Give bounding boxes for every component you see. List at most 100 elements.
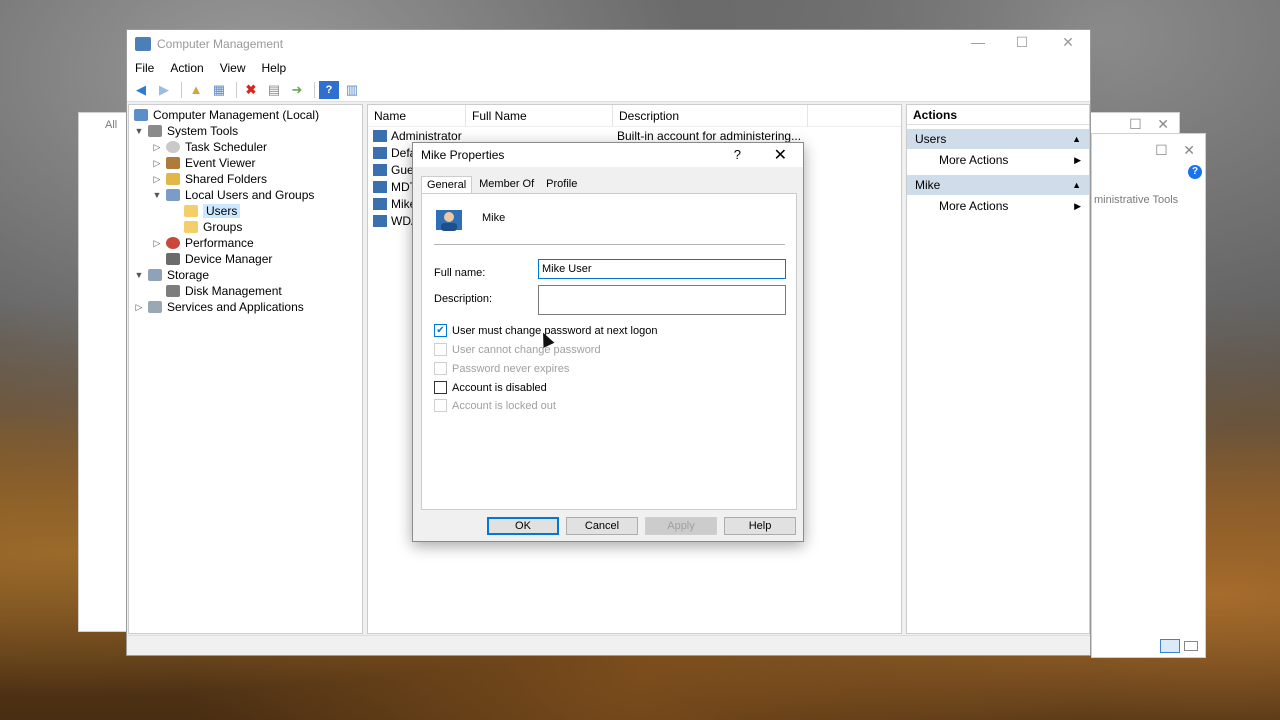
column-header-full-name[interactable]: Full Name — [466, 105, 613, 126]
help-button[interactable]: Help — [724, 517, 796, 535]
tab-general[interactable]: General — [421, 176, 473, 194]
delete-icon[interactable]: ✖ — [241, 81, 261, 99]
user-icon — [373, 163, 387, 176]
menu-help[interactable]: Help — [262, 61, 287, 75]
status-bar — [127, 635, 1090, 655]
checkbox-unchecked-icon — [434, 399, 447, 412]
computer-management-icon — [135, 37, 151, 51]
tree-item-local-users-groups[interactable]: ▼ Local Users and Groups — [151, 187, 315, 203]
ok-button[interactable]: OK — [487, 517, 559, 535]
list-item-description: Built-in account for administering... — [617, 128, 802, 143]
view-tiles-icon[interactable] — [1184, 641, 1198, 651]
account-disabled-checkbox[interactable]: Account is disabled — [434, 381, 547, 394]
chevron-down-icon[interactable]: ▼ — [133, 270, 145, 280]
list-item-name: Administrator — [391, 128, 462, 143]
menu-file[interactable]: File — [135, 61, 154, 75]
chevron-right-icon[interactable]: ▷ — [151, 238, 163, 249]
menu-action[interactable]: Action — [170, 61, 203, 75]
up-folder-icon[interactable]: ▲ — [186, 81, 206, 99]
tree-item-performance[interactable]: ▷ Performance — [151, 235, 254, 251]
tab-member-of[interactable]: Member Of — [474, 176, 539, 194]
arrow-right-icon: ▶ — [1074, 200, 1081, 211]
column-header-name[interactable]: Name — [368, 105, 466, 126]
cannot-change-password-checkbox: User cannot change password — [434, 343, 601, 356]
user-icon — [373, 197, 387, 210]
user-icon — [373, 129, 387, 142]
chevron-right-icon[interactable]: ▷ — [133, 302, 145, 313]
cancel-button[interactable]: Cancel — [566, 517, 638, 535]
toolbar-separator — [314, 81, 315, 98]
chevron-down-icon[interactable]: ▼ — [133, 126, 145, 136]
help-circle-icon[interactable]: ? — [1188, 165, 1202, 179]
column-header-description[interactable]: Description — [613, 105, 808, 126]
view-details-icon[interactable] — [1160, 639, 1180, 653]
menu-view[interactable]: View — [220, 61, 246, 75]
actions-section-users[interactable]: Users ▲ — [907, 129, 1089, 149]
tree-item-label: Performance — [185, 236, 254, 250]
full-name-field[interactable]: Mike User — [538, 259, 786, 279]
tree-item-system-tools[interactable]: ▼ System Tools — [133, 123, 239, 139]
background-window-right[interactable]: ☐ ✕ ministrative Tools ? — [1091, 133, 1206, 658]
chevron-right-icon[interactable]: ▷ — [151, 158, 163, 169]
account-locked-out-checkbox: Account is locked out — [434, 399, 556, 412]
tree-item-disk-management[interactable]: Disk Management — [163, 283, 282, 299]
checkbox-unchecked-icon[interactable] — [434, 381, 447, 394]
tree-item-label: Local Users and Groups — [185, 188, 315, 202]
more-actions-label: More Actions — [939, 153, 1009, 167]
user-icon — [373, 180, 387, 193]
chevron-right-icon[interactable]: ▷ — [151, 142, 163, 153]
background-window-controls-2: ☐ ✕ — [1129, 116, 1169, 132]
tools-icon — [148, 125, 162, 137]
more-actions-mike[interactable]: More Actions ▶ — [907, 195, 1089, 217]
properties-icon[interactable]: ▤ — [264, 81, 284, 99]
maximize-button[interactable]: ☐ — [1002, 34, 1042, 51]
collapse-icon[interactable]: ▲ — [1072, 134, 1081, 144]
dialog-close-button[interactable]: ✕ — [774, 145, 787, 165]
show-action-pane-icon[interactable]: ▥ — [342, 81, 362, 99]
toolbar-separator — [181, 81, 182, 98]
tree-item-users[interactable]: Users — [181, 203, 241, 219]
tab-profile[interactable]: Profile — [541, 176, 582, 194]
console-tree: Computer Management (Local) ▼ System Too… — [128, 104, 363, 634]
tree-item-device-manager[interactable]: Device Manager — [163, 251, 272, 267]
checkbox-checked-icon[interactable]: ✔ — [434, 324, 447, 337]
tree-item-groups[interactable]: Groups — [181, 219, 242, 235]
device-manager-icon — [166, 253, 180, 265]
minimize-button[interactable]: — — [958, 34, 998, 50]
tree-item-root[interactable]: Computer Management (Local) — [131, 107, 319, 123]
chevron-right-icon[interactable]: ▷ — [151, 174, 163, 185]
back-arrow-icon[interactable]: ◀ — [131, 81, 151, 99]
tree-item-label: Disk Management — [185, 284, 282, 298]
help-icon[interactable]: ? — [319, 80, 339, 99]
export-list-icon[interactable]: ➜ — [287, 81, 307, 99]
context-help-button[interactable]: ? — [734, 147, 741, 162]
tree-item-label: Groups — [203, 220, 243, 234]
more-actions-users[interactable]: More Actions ▶ — [907, 149, 1089, 171]
services-icon — [148, 301, 162, 313]
actions-section-mike[interactable]: Mike ▲ — [907, 175, 1089, 195]
divider — [434, 244, 785, 245]
background-window-controls[interactable]: ☐ ✕ — [1155, 142, 1195, 159]
dialog-title: Mike Properties — [421, 148, 505, 162]
tree-item-event-viewer[interactable]: ▷ Event Viewer — [151, 155, 256, 171]
forward-arrow-icon[interactable]: ▶ — [154, 81, 174, 99]
disk-icon — [166, 285, 180, 297]
checkbox-label: Password never expires — [452, 362, 570, 375]
tree-item-services-applications[interactable]: ▷ Services and Applications — [133, 299, 304, 315]
user-icon — [373, 214, 387, 227]
dialog-titlebar[interactable]: Mike Properties ? ✕ — [413, 143, 803, 167]
collapse-icon[interactable]: ▲ — [1072, 180, 1081, 190]
show-hide-tree-icon[interactable]: ▦ — [209, 81, 229, 99]
performance-icon — [166, 237, 180, 249]
description-field[interactable] — [538, 285, 786, 315]
chevron-down-icon[interactable]: ▼ — [151, 190, 163, 200]
tree-item-task-scheduler[interactable]: ▷ Task Scheduler — [151, 139, 268, 155]
background-window-label-admin: ministrative Tools — [1094, 194, 1179, 206]
tree-item-storage[interactable]: ▼ Storage — [133, 267, 210, 283]
close-button[interactable]: ✕ — [1048, 34, 1088, 51]
dialog-tabs: General Member Of Profile — [421, 176, 584, 194]
tree-item-shared-folders[interactable]: ▷ Shared Folders — [151, 171, 268, 187]
background-window-label: All — [105, 119, 118, 131]
window-titlebar[interactable]: Computer Management — ☐ ✕ — [127, 30, 1090, 58]
user-name: Mike — [482, 212, 506, 224]
